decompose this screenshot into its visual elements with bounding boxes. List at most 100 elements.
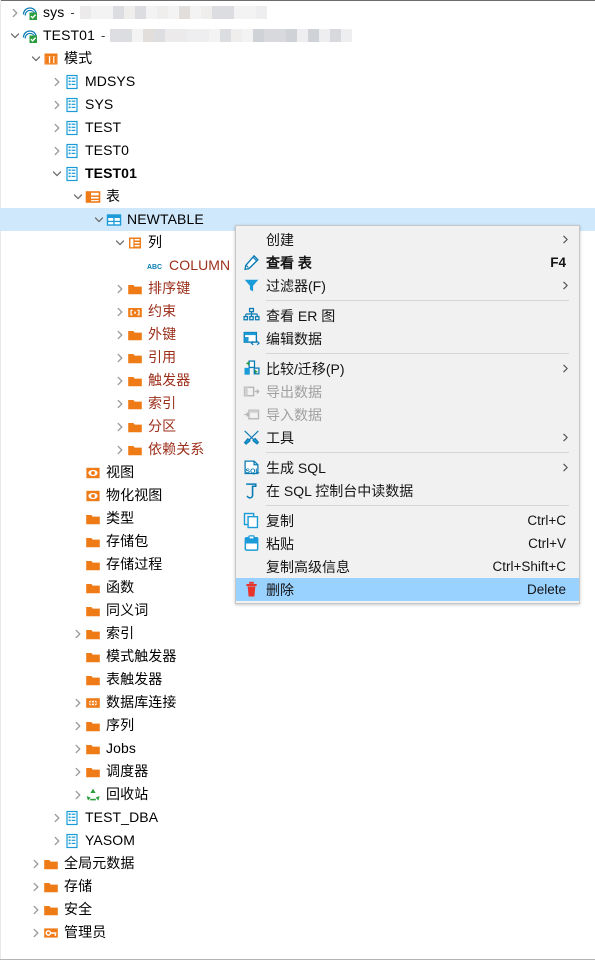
tree-row[interactable]: 索引	[0, 622, 595, 645]
folder-icon	[126, 441, 143, 458]
chevron-right-icon[interactable]	[29, 921, 42, 944]
menu-item[interactable]: 复制高级信息 Ctrl+Shift+C	[236, 555, 579, 578]
tree-row[interactable]: 存储	[0, 875, 595, 898]
tree-row[interactable]: TEST01	[0, 162, 595, 185]
tree-row[interactable]: 表触发器	[0, 668, 595, 691]
chevron-right-icon[interactable]	[113, 277, 126, 300]
tree-row[interactable]: 表	[0, 185, 595, 208]
chevron-right-icon[interactable]	[113, 323, 126, 346]
menu-item[interactable]: 编辑数据	[236, 327, 579, 350]
menu-item[interactable]: 粘贴 Ctrl+V	[236, 532, 579, 555]
folder-icon	[84, 533, 101, 550]
menu-item[interactable]: 查看 ER 图	[236, 304, 579, 327]
menu-item[interactable]: 查看 表 F4	[236, 251, 579, 274]
tree-item-label: COLUMN	[169, 257, 231, 273]
chevron-down-icon[interactable]	[8, 24, 21, 47]
edit-data-icon	[236, 330, 266, 347]
chevron-right-icon[interactable]	[113, 346, 126, 369]
folder-icon	[84, 740, 101, 757]
tree-row[interactable]: TEST_DBA	[0, 806, 595, 829]
chevron-right-icon[interactable]	[113, 415, 126, 438]
tree-row[interactable]: YASOM	[0, 829, 595, 852]
tree-row[interactable]: 全局元数据	[0, 852, 595, 875]
tree-row[interactable]: sys -	[0, 1, 595, 24]
tree-item-label: 列	[148, 234, 163, 250]
chevron-right-icon[interactable]	[8, 1, 21, 24]
tree-row[interactable]: TEST0	[0, 139, 595, 162]
menu-item[interactable]: 比较/迁移(P)	[236, 357, 579, 380]
menu-item[interactable]: 在 SQL 控制台中读数据	[236, 479, 579, 502]
tree-row[interactable]: 模式	[0, 47, 595, 70]
chevron-right-icon[interactable]	[113, 438, 126, 461]
chevron-right-icon[interactable]	[50, 93, 63, 116]
tree-item-label: 外键	[148, 326, 177, 342]
tree-row[interactable]: 安全	[0, 898, 595, 921]
context-menu[interactable]: 创建 查看 表 F4 过滤器(F) 查看 ER 图编辑数据 比较/迁移(P) 导出数据 导入数…	[235, 225, 580, 604]
menu-item[interactable]: 过滤器(F)	[236, 274, 579, 297]
twisty-placeholder	[71, 599, 84, 622]
tree-row[interactable]: 管理员	[0, 921, 595, 944]
tree-row[interactable]: 回收站	[0, 783, 595, 806]
tree-row[interactable]: TEST	[0, 116, 595, 139]
schema-icon	[63, 96, 80, 113]
chevron-right-icon[interactable]	[29, 875, 42, 898]
chevron-down-icon[interactable]	[92, 208, 105, 231]
menu-item[interactable]: 工具	[236, 426, 579, 449]
tree-row[interactable]: 调度器	[0, 760, 595, 783]
tree-item-label: TEST01	[43, 27, 95, 43]
chevron-right-icon[interactable]	[50, 806, 63, 829]
tree-row[interactable]: MDSYS	[0, 70, 595, 93]
menu-separator	[266, 505, 569, 506]
chevron-right-icon[interactable]	[113, 369, 126, 392]
menu-item[interactable]: 删除 Delete	[236, 578, 579, 601]
chevron-right-icon[interactable]	[71, 783, 84, 806]
sql-gen-icon: SQL	[236, 459, 266, 476]
chevron-right-icon[interactable]	[50, 116, 63, 139]
tree-row[interactable]: 数据库连接	[0, 691, 595, 714]
chevron-right-icon[interactable]	[71, 622, 84, 645]
tree-row[interactable]: 序列	[0, 714, 595, 737]
tree-row[interactable]: 模式触发器	[0, 645, 595, 668]
chevron-right-icon[interactable]	[50, 829, 63, 852]
menu-item[interactable]: 复制 Ctrl+C	[236, 509, 579, 532]
chevron-right-icon[interactable]	[71, 691, 84, 714]
tree-row[interactable]: Jobs	[0, 737, 595, 760]
tree-item-label: 存储过程	[106, 556, 163, 572]
menu-item[interactable]: SQL 生成 SQL	[236, 456, 579, 479]
table-icon	[105, 211, 122, 228]
chevron-down-icon[interactable]	[29, 47, 42, 70]
folder-icon	[84, 579, 101, 596]
copy-icon	[236, 512, 266, 529]
paste-icon	[236, 535, 266, 552]
chevron-right-icon[interactable]	[71, 714, 84, 737]
twisty-placeholder	[71, 461, 84, 484]
tree-item-label: 表	[106, 188, 121, 204]
menu-item[interactable]: 创建	[236, 228, 579, 251]
menu-item-shortcut: Ctrl+Shift+C	[492, 559, 566, 574]
chevron-right-icon[interactable]	[50, 139, 63, 162]
chevron-right-icon[interactable]	[29, 898, 42, 921]
chevron-down-icon[interactable]	[71, 185, 84, 208]
tree-row[interactable]: TEST01-	[0, 24, 595, 47]
chevron-right-icon[interactable]	[113, 300, 126, 323]
connection-icon	[21, 4, 38, 21]
chevron-right-icon[interactable]	[71, 737, 84, 760]
menu-item-label: 比较/迁移(P)	[266, 360, 345, 377]
tree-row[interactable]: SYS	[0, 93, 595, 116]
chevron-right-icon[interactable]	[50, 70, 63, 93]
chevron-right-icon[interactable]	[113, 392, 126, 415]
tree-item-label: TEST01	[85, 165, 137, 181]
tree-item-label: 表触发器	[106, 671, 163, 687]
chevron-right-icon[interactable]	[29, 852, 42, 875]
chevron-right-icon[interactable]	[71, 760, 84, 783]
chevron-down-icon[interactable]	[50, 162, 63, 185]
chevron-down-icon[interactable]	[113, 231, 126, 254]
